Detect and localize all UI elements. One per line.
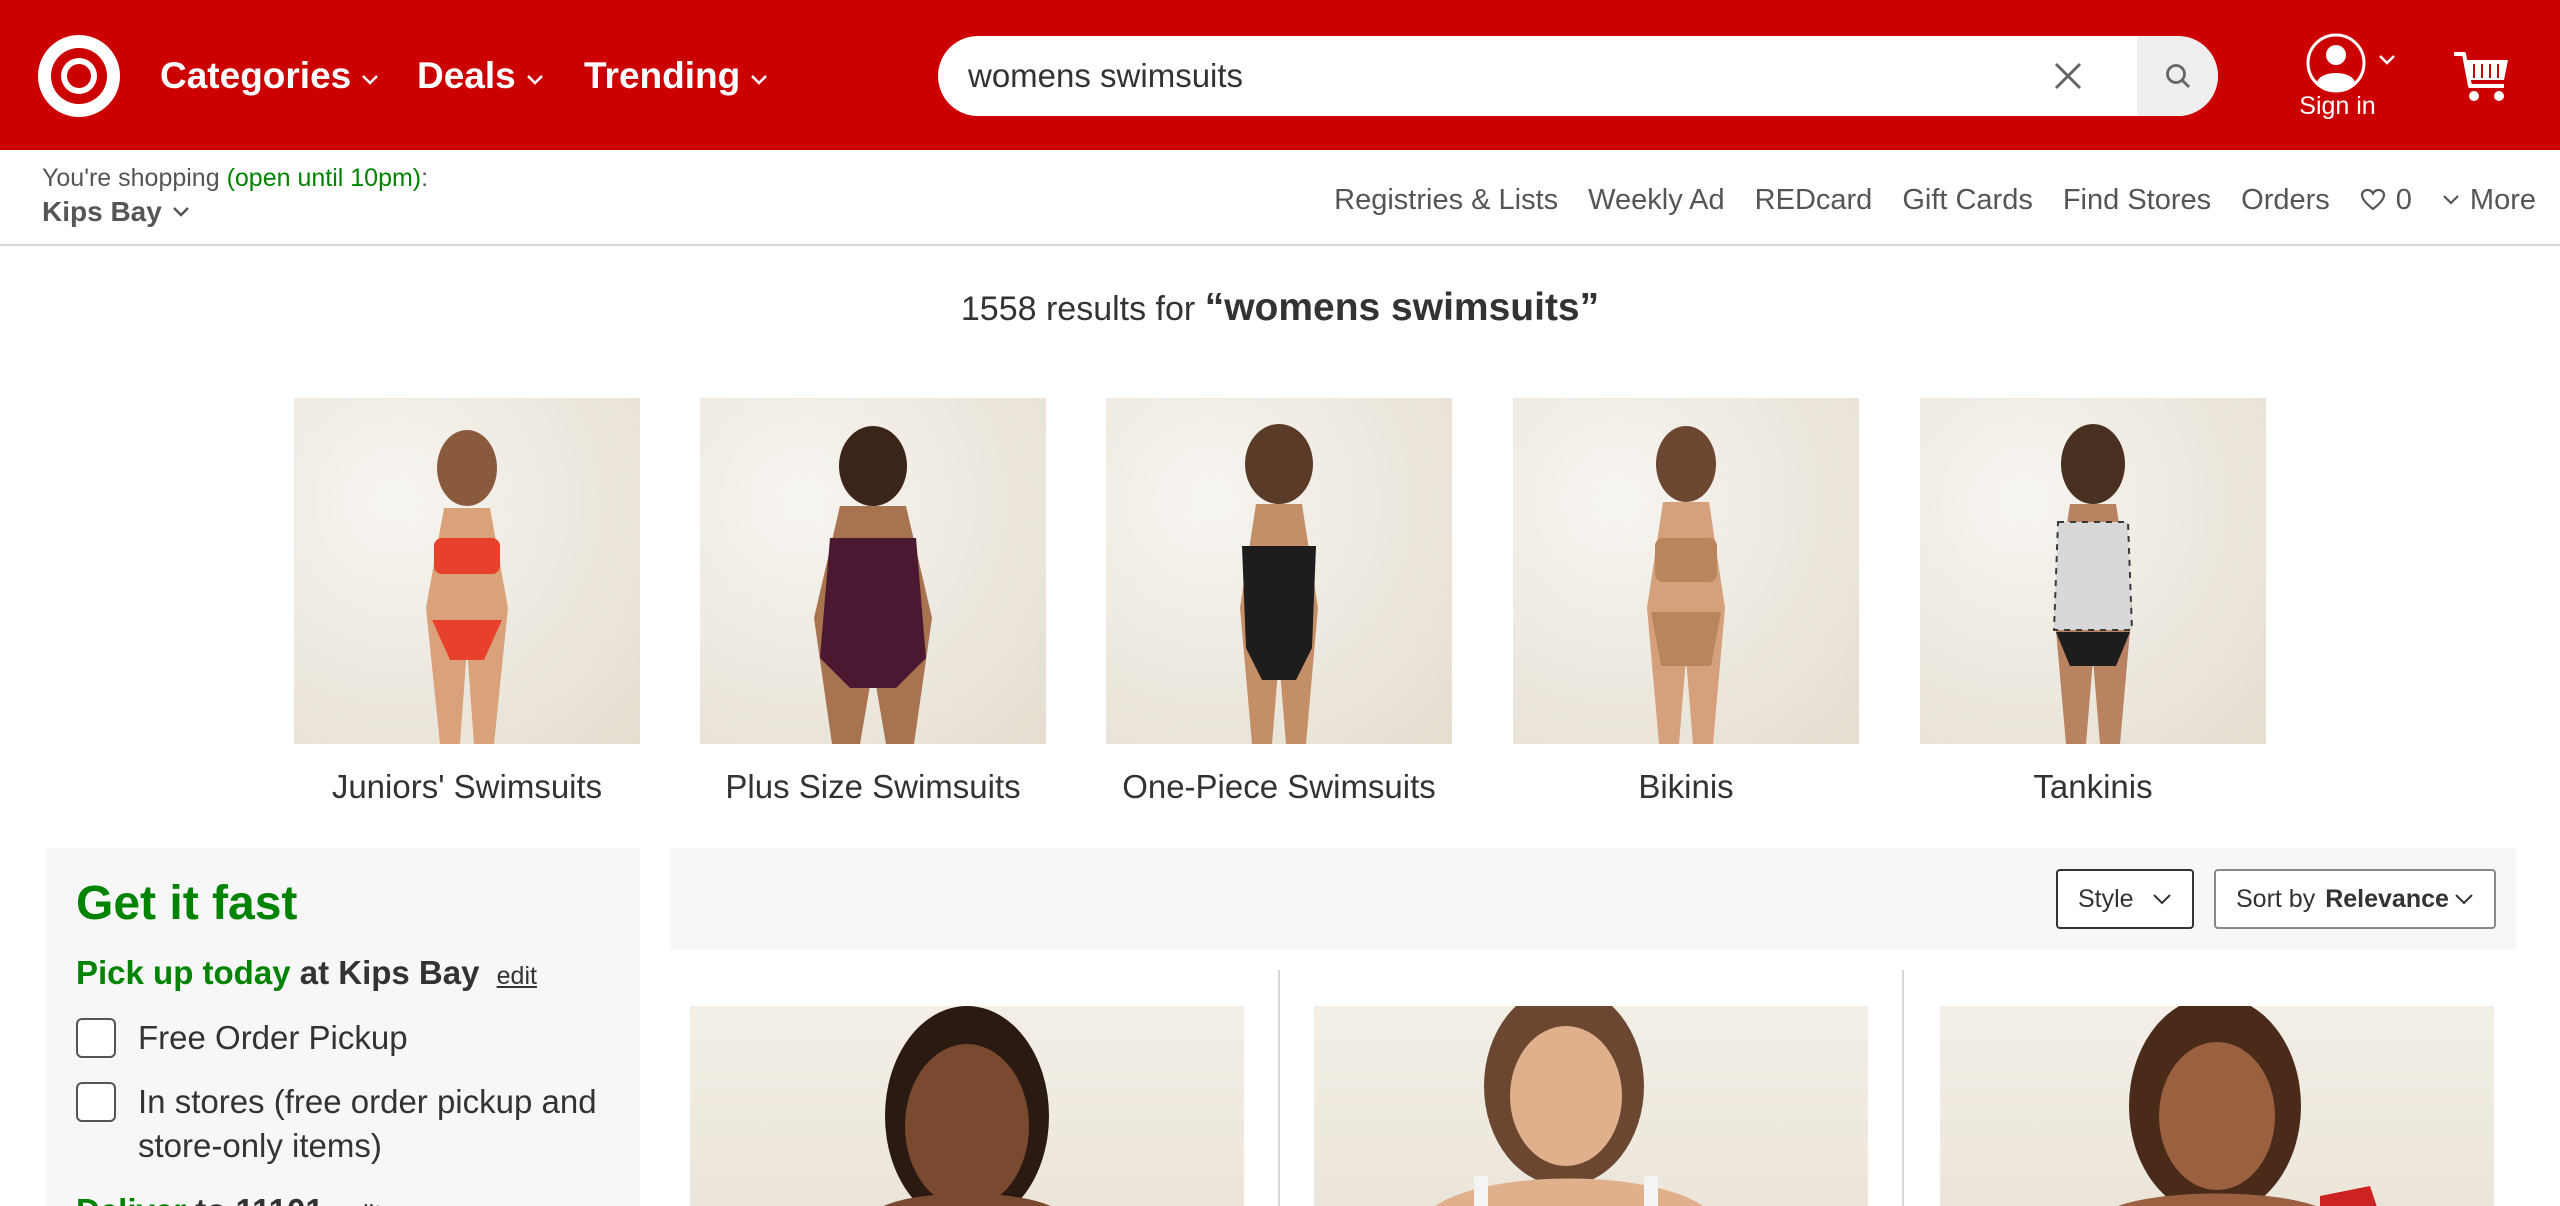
category-image bbox=[1920, 398, 2266, 744]
get-it-fast-title: Get it fast bbox=[76, 877, 298, 930]
nav-trending-label: Trending bbox=[584, 55, 741, 96]
orders-link[interactable]: Orders bbox=[2241, 184, 2330, 217]
edit-store-link[interactable]: edit bbox=[497, 962, 537, 990]
shopping-suffix: : bbox=[421, 164, 429, 192]
results-heading: 1558 results for “womens swimsuits” bbox=[0, 286, 2560, 330]
target-logo-icon[interactable] bbox=[38, 35, 120, 117]
product-card[interactable] bbox=[1940, 1006, 2494, 1206]
sort-value: Relevance bbox=[2325, 884, 2449, 913]
close-icon bbox=[2054, 62, 2082, 90]
sign-in-label: Sign in bbox=[2299, 92, 2376, 120]
category-tile-one-piece[interactable]: One-Piece Swimsuits bbox=[1106, 398, 1452, 806]
grid-divider bbox=[1902, 970, 1904, 1206]
results-toolbar: Style Sort by Relevance bbox=[670, 848, 2516, 950]
swimsuit-model-image bbox=[1647, 426, 1725, 744]
results-query: “womens swimsuits” bbox=[1204, 286, 1600, 329]
user-avatar-icon bbox=[2306, 33, 2366, 93]
deliver-label: Deliver bbox=[76, 1192, 186, 1206]
store-utility-bar: You're shopping (open until 10pm): Kips … bbox=[0, 150, 2560, 246]
chevron-down-icon bbox=[172, 207, 189, 217]
swimsuit-model-image bbox=[426, 430, 508, 744]
chevron-down-icon bbox=[2455, 894, 2473, 905]
nav-deals[interactable]: Deals bbox=[417, 52, 544, 100]
pickup-store: at Kips Bay bbox=[290, 954, 480, 991]
category-label: Juniors' Swimsuits bbox=[331, 768, 603, 805]
results-count: 1558 bbox=[960, 290, 1037, 328]
heart-icon bbox=[2360, 188, 2385, 211]
nav-trending[interactable]: Trending bbox=[584, 52, 768, 100]
fulfillment-filters: Get it fast Pick up today at Kips Bay ed… bbox=[46, 848, 640, 1206]
search-submit-button[interactable] bbox=[2137, 36, 2218, 116]
clear-search-button[interactable] bbox=[2018, 36, 2118, 116]
category-image bbox=[1106, 398, 1452, 744]
more-menu[interactable]: More bbox=[2442, 184, 2536, 217]
in-stores-filter[interactable]: In stores (free order pickup and store-o… bbox=[76, 1082, 618, 1168]
filter-label: In stores (free order pickup and store-o… bbox=[138, 1083, 597, 1164]
favorites-count: 0 bbox=[2395, 183, 2412, 216]
chevron-down-icon bbox=[526, 75, 543, 85]
more-label: More bbox=[2469, 183, 2536, 216]
category-image bbox=[294, 398, 640, 744]
shopping-status: You're shopping (open until 10pm): bbox=[42, 164, 428, 193]
swimsuit-model-image bbox=[814, 426, 932, 744]
deliver-heading: Deliver to 11101 edit bbox=[76, 1192, 381, 1206]
category-label: Plus Size Swimsuits bbox=[725, 768, 1021, 805]
search-bar bbox=[938, 36, 2218, 116]
product-image bbox=[1435, 1006, 1703, 1206]
category-label: Tankinis bbox=[2033, 768, 2153, 805]
category-label: Bikinis bbox=[1638, 768, 1734, 805]
sort-dropdown[interactable]: Sort by Relevance bbox=[2214, 869, 2496, 929]
chevron-down-icon bbox=[2443, 195, 2459, 205]
chevron-down-icon bbox=[2153, 894, 2171, 905]
swimsuit-model-image bbox=[2052, 424, 2134, 744]
free-order-pickup-filter[interactable]: Free Order Pickup bbox=[76, 1018, 618, 1060]
chevron-down-icon bbox=[751, 75, 768, 85]
style-filter-button[interactable]: Style bbox=[2056, 869, 2194, 929]
edit-zip-link[interactable]: edit bbox=[341, 1200, 381, 1206]
product-image bbox=[2118, 1006, 2377, 1206]
chevron-down-icon bbox=[2379, 55, 2395, 65]
nav-categories-label: Categories bbox=[160, 55, 352, 96]
checkbox[interactable] bbox=[76, 1082, 116, 1122]
search-input[interactable] bbox=[968, 36, 1998, 116]
chevron-down-icon bbox=[362, 75, 379, 85]
shopping-prefix: You're shopping bbox=[42, 164, 227, 192]
swimsuit-model-image bbox=[1240, 424, 1318, 744]
gift-cards-link[interactable]: Gift Cards bbox=[1902, 184, 2033, 217]
search-icon bbox=[2165, 64, 2190, 88]
product-image bbox=[883, 1006, 1051, 1206]
weekly-ad-link[interactable]: Weekly Ad bbox=[1588, 184, 1724, 217]
top-header: Categories Deals Trending womens swimsui… bbox=[0, 0, 2560, 150]
shopping-cart-icon[interactable] bbox=[2452, 48, 2512, 106]
store-name: Kips Bay bbox=[42, 196, 162, 227]
category-tile-plus-size[interactable]: Plus Size Swimsuits bbox=[700, 398, 1046, 806]
nav-categories[interactable]: Categories bbox=[160, 52, 379, 100]
checkbox[interactable] bbox=[76, 1018, 116, 1058]
favorites-link[interactable]: 0 bbox=[2360, 184, 2412, 217]
utility-links: Registries & Lists Weekly Ad REDcard Gif… bbox=[1304, 180, 2536, 220]
registries-lists-link[interactable]: Registries & Lists bbox=[1334, 184, 1558, 217]
category-image bbox=[1513, 398, 1859, 744]
style-label: Style bbox=[2078, 884, 2134, 913]
nav-deals-label: Deals bbox=[417, 55, 516, 96]
results-text: results for bbox=[1036, 290, 1205, 328]
category-tile-juniors[interactable]: Juniors' Swimsuits bbox=[294, 398, 640, 806]
product-card[interactable] bbox=[690, 1006, 1244, 1206]
category-label: One-Piece Swimsuits bbox=[1122, 768, 1436, 805]
sort-prefix: Sort by bbox=[2236, 884, 2316, 913]
pickup-today-heading: Pick up today at Kips Bay edit bbox=[76, 954, 537, 992]
grid-divider bbox=[1278, 970, 1280, 1206]
pickup-today-label: Pick up today bbox=[76, 954, 291, 991]
category-image bbox=[700, 398, 1046, 744]
redcard-link[interactable]: REDcard bbox=[1755, 184, 1873, 217]
product-card[interactable] bbox=[1314, 1006, 1868, 1206]
account-menu[interactable]: Sign in bbox=[2290, 32, 2395, 127]
category-tile-bikinis[interactable]: Bikinis bbox=[1513, 398, 1859, 806]
find-stores-link[interactable]: Find Stores bbox=[2063, 184, 2211, 217]
deliver-zip: to 11101 bbox=[186, 1192, 323, 1206]
category-tile-tankinis[interactable]: Tankinis bbox=[1920, 398, 2266, 806]
store-selector[interactable]: Kips Bay bbox=[42, 196, 190, 228]
store-open-hours: (open until 10pm) bbox=[226, 164, 422, 192]
filter-label: Free Order Pickup bbox=[138, 1019, 408, 1056]
